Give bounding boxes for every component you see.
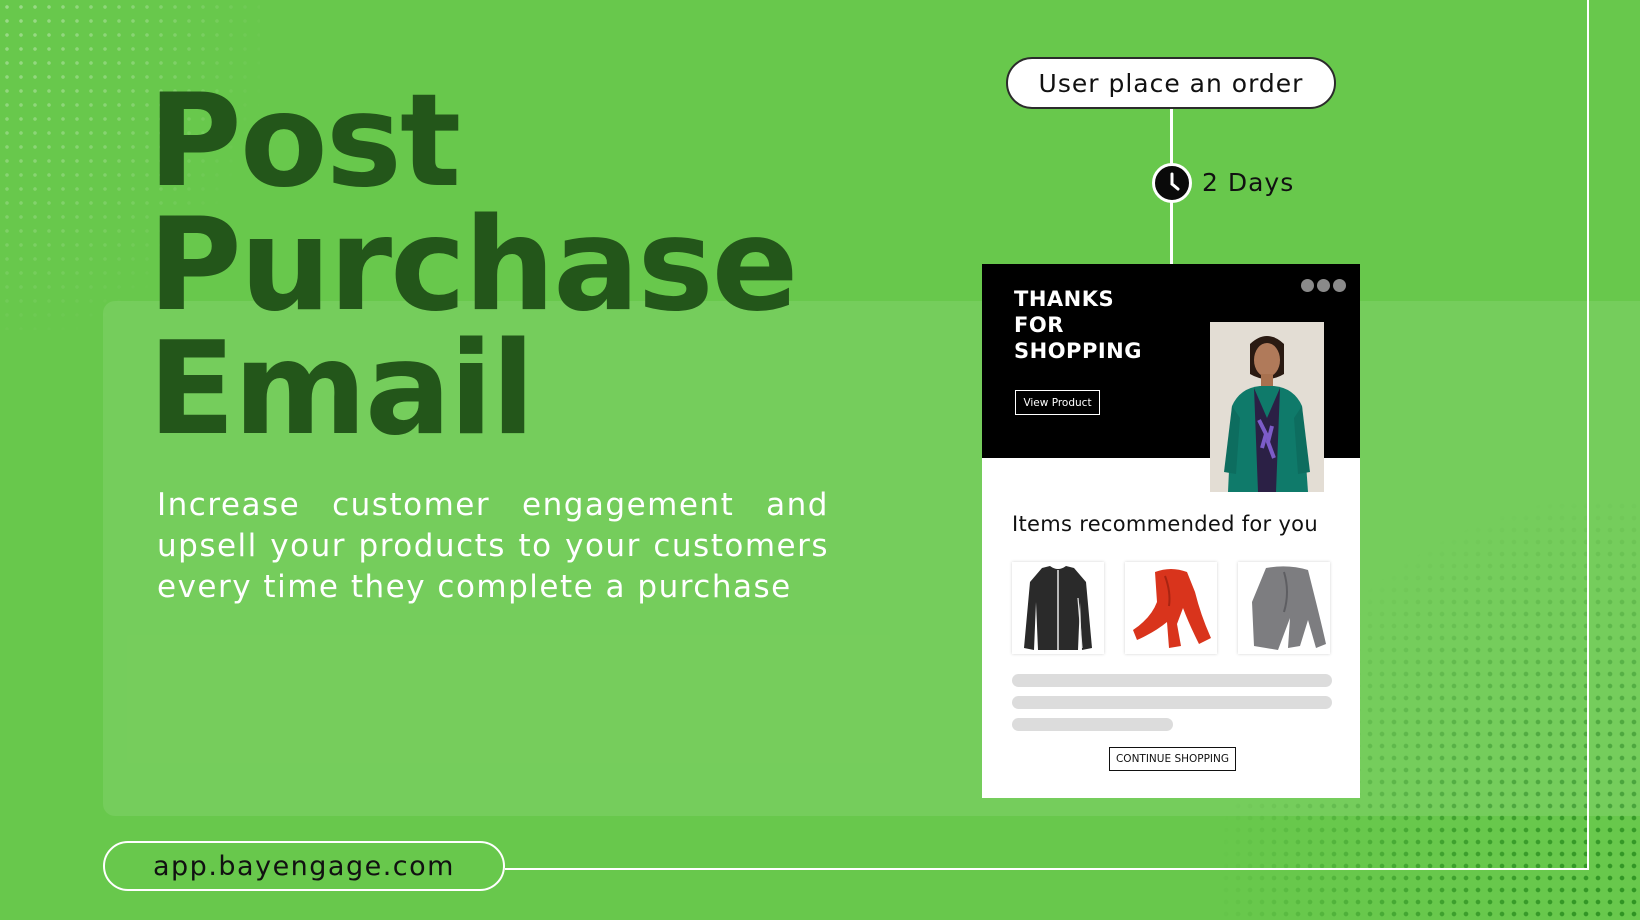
placeholder-line-3 bbox=[1012, 718, 1173, 731]
url-link[interactable]: app.bayengage.com bbox=[103, 841, 505, 891]
model-photo bbox=[1210, 322, 1324, 492]
more-options-icon bbox=[1301, 279, 1346, 292]
headline: Post Purchase Email bbox=[148, 67, 798, 464]
placeholder-line-2 bbox=[1012, 696, 1332, 709]
continue-shopping-button[interactable]: CONTINUE SHOPPING bbox=[1109, 747, 1236, 771]
placeholder-line-1 bbox=[1012, 674, 1332, 687]
trigger-pill: User place an order bbox=[1006, 57, 1336, 109]
headline-line-1: Post bbox=[148, 67, 461, 216]
description-text: Increase customer engagement and upsell … bbox=[157, 487, 829, 605]
delay-label: 2 Days bbox=[1202, 168, 1295, 197]
product-thumb-cardigan[interactable] bbox=[1012, 562, 1104, 654]
frame-line-bottom bbox=[505, 868, 1589, 870]
product-thumb-red-scarf[interactable] bbox=[1125, 562, 1217, 654]
headline-line-3: Email bbox=[148, 315, 535, 464]
clock-icon bbox=[1152, 163, 1192, 203]
view-product-button[interactable]: View Product bbox=[1015, 390, 1100, 415]
frame-line-right bbox=[1587, 0, 1589, 870]
product-thumb-grey-scarf[interactable] bbox=[1238, 562, 1330, 654]
email-heading: THANKS FOR SHOPPING bbox=[1014, 287, 1142, 363]
recommendations-title: Items recommended for you bbox=[1012, 512, 1318, 536]
email-preview: THANKS FOR SHOPPING View Product Items r… bbox=[982, 264, 1360, 798]
headline-line-2: Purchase bbox=[148, 191, 798, 340]
